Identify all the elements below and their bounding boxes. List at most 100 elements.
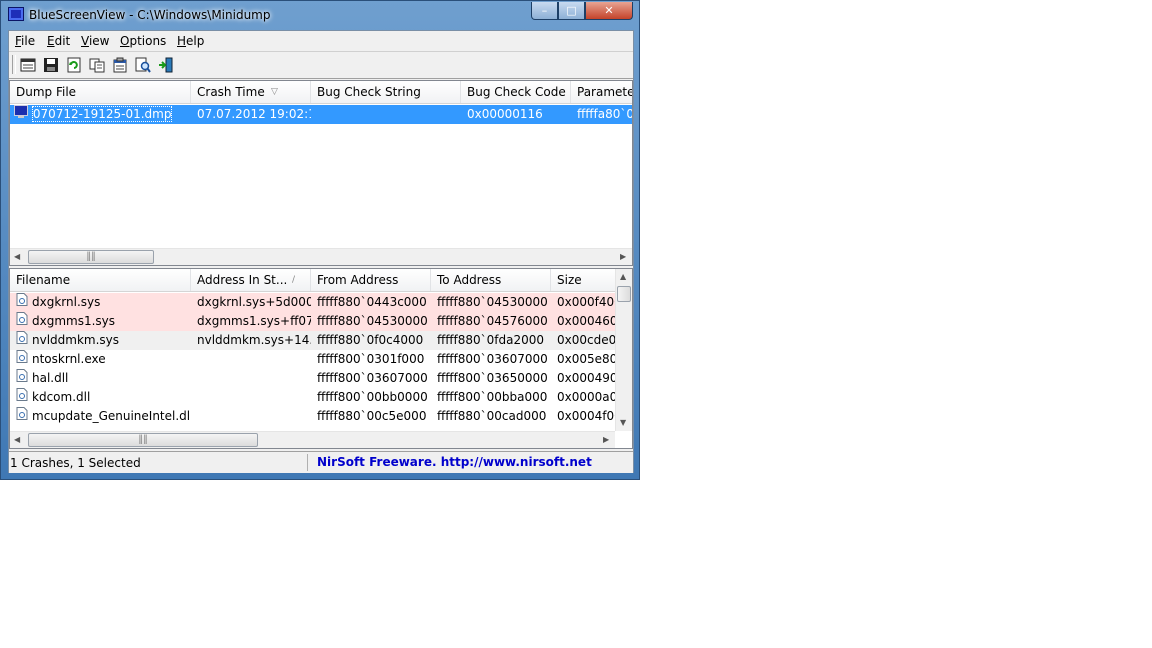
menu-bar: File Edit View Options Help bbox=[9, 31, 633, 52]
bug-check-string-cell bbox=[311, 105, 461, 124]
address-in-stack-cell: nvlddmkm.sys+14... bbox=[197, 333, 311, 347]
address-in-stack-cell: dxgmms1.sys+ff07 bbox=[197, 314, 311, 328]
sort-arrow-icon: ▽ bbox=[271, 87, 278, 97]
from-address-cell: fffff880`0f0c4000 bbox=[317, 333, 424, 347]
driver-list-vscroll-thumb[interactable] bbox=[617, 286, 631, 302]
title-bar[interactable]: BlueScreenView - C:\Windows\Minidump – □… bbox=[1, 1, 639, 29]
dump-file-icon bbox=[14, 105, 28, 124]
size-cell: 0x00049000 bbox=[557, 371, 615, 385]
column-header-crash-time[interactable]: Crash Time ▽ bbox=[191, 81, 311, 103]
column-header-to-address[interactable]: To Address bbox=[431, 269, 551, 291]
size-cell: 0x00cde000 bbox=[557, 333, 615, 347]
driver-list-pane: Filename Address In St... / From Address … bbox=[9, 268, 633, 449]
size-cell: 0x0000a000 bbox=[557, 390, 615, 404]
filename-cell: dxgmms1.sys bbox=[10, 312, 191, 331]
driver-file-icon bbox=[16, 407, 28, 426]
driver-list-vscrollbar[interactable]: ▲ ▼ bbox=[615, 269, 632, 431]
maximize-button[interactable]: □ bbox=[558, 2, 585, 20]
menu-file[interactable]: File bbox=[15, 34, 35, 48]
maximize-icon: □ bbox=[566, 4, 577, 17]
scroll-left-icon[interactable]: ◀ bbox=[14, 435, 20, 444]
driver-row[interactable]: dxgmms1.sys dxgmms1.sys+ff07 fffff880`0453… bbox=[10, 312, 615, 331]
column-header-bug-check-string[interactable]: Bug Check String bbox=[311, 81, 461, 103]
column-header-filename[interactable]: Filename bbox=[10, 269, 191, 291]
scroll-left-icon[interactable]: ◀ bbox=[14, 252, 20, 261]
parameter-cell: fffffa80`074 bbox=[577, 107, 632, 121]
menu-options[interactable]: Options bbox=[120, 34, 166, 48]
driver-row[interactable]: kdcom.dll fffff800`00bb0000 fffff800`00bba… bbox=[10, 388, 615, 407]
nirsoft-link[interactable]: NirSoft Freeware. http://www.nirsoft.net bbox=[317, 455, 592, 469]
from-address-cell: fffff880`0443c000 bbox=[317, 295, 427, 309]
scroll-right-icon[interactable]: ▶ bbox=[603, 435, 609, 444]
crash-list-pane: Dump File Crash Time ▽ Bug Check String B… bbox=[9, 80, 633, 266]
filename-cell: hal.dll bbox=[10, 369, 191, 388]
size-cell: 0x00046000 bbox=[557, 314, 615, 328]
save-icon[interactable] bbox=[42, 56, 60, 74]
driver-row[interactable]: dxgkrnl.sys dxgkrnl.sys+5d000 fffff880`044… bbox=[10, 293, 615, 312]
driver-row[interactable]: hal.dll fffff800`03607000 fffff800`0365000… bbox=[10, 369, 615, 388]
driver-row[interactable]: mcupdate_GenuineIntel.dll fffff880`00c5e0… bbox=[10, 407, 615, 426]
address-in-stack-cell bbox=[191, 388, 311, 407]
toolbar bbox=[9, 52, 633, 79]
driver-file-icon bbox=[16, 350, 28, 369]
column-header-from-address[interactable]: From Address bbox=[311, 269, 431, 291]
from-address-cell: fffff800`03607000 bbox=[317, 371, 428, 385]
toolbar-grip[interactable] bbox=[12, 55, 16, 74]
column-header-dump-file[interactable]: Dump File bbox=[10, 81, 191, 103]
crash-list-header: Dump File Crash Time ▽ Bug Check String B… bbox=[10, 81, 632, 104]
size-cell: 0x000f4000 bbox=[557, 295, 615, 309]
exit-icon[interactable] bbox=[157, 56, 175, 74]
to-address-cell: fffff800`00bba000 bbox=[437, 390, 548, 404]
find-icon[interactable] bbox=[134, 56, 152, 74]
filename-cell: dxgkrnl.sys bbox=[10, 293, 191, 312]
address-in-stack-cell bbox=[191, 350, 311, 369]
to-address-cell: fffff880`04576000 bbox=[437, 314, 548, 328]
scroll-right-icon[interactable]: ▶ bbox=[620, 252, 626, 261]
crash-time-cell: 07.07.2012 19:02:13 bbox=[197, 107, 311, 121]
dump-file-cell: 070712-19125-01.dmp bbox=[10, 105, 191, 124]
menu-view[interactable]: View bbox=[81, 34, 109, 48]
crash-list-hscrollbar[interactable]: ◀ ║║ ▶ bbox=[10, 248, 632, 265]
scroll-up-icon[interactable]: ▲ bbox=[620, 272, 626, 281]
from-address-cell: fffff880`04530000 bbox=[317, 314, 428, 328]
filename-cell: mcupdate_GenuineIntel.dll bbox=[10, 407, 191, 426]
window-title: BlueScreenView - C:\Windows\Minidump bbox=[29, 8, 271, 22]
sort-arrow-icon: / bbox=[292, 275, 296, 285]
column-header-bug-check-code[interactable]: Bug Check Code bbox=[461, 81, 571, 103]
crash-list-hscroll-thumb[interactable]: ║║ bbox=[28, 250, 154, 264]
driver-file-icon bbox=[16, 293, 28, 312]
menu-help[interactable]: Help bbox=[177, 34, 204, 48]
driver-row[interactable]: nvlddmkm.sys nvlddmkm.sys+14... fffff880`0… bbox=[10, 331, 615, 350]
menu-edit[interactable]: Edit bbox=[47, 34, 70, 48]
driver-file-icon bbox=[16, 331, 28, 350]
to-address-cell: fffff800`03607000 bbox=[437, 352, 548, 366]
html-report-icon[interactable] bbox=[19, 56, 37, 74]
crash-row-selected[interactable]: 070712-19125-01.dmp 07.07.2012 19:02:13 … bbox=[10, 105, 632, 124]
status-separator bbox=[307, 454, 308, 471]
minimize-button[interactable]: – bbox=[531, 2, 558, 20]
bluescreenview-app-icon[interactable] bbox=[8, 7, 24, 21]
column-header-parameter[interactable]: Parameter bbox=[571, 81, 632, 103]
driver-row[interactable]: ntoskrnl.exe fffff800`0301f000 fffff800`03… bbox=[10, 350, 615, 369]
to-address-cell: fffff880`0fda2000 bbox=[437, 333, 545, 347]
filename-cell: nvlddmkm.sys bbox=[10, 331, 191, 350]
filename-cell: kdcom.dll bbox=[10, 388, 191, 407]
properties-icon[interactable] bbox=[111, 56, 129, 74]
minimize-icon: – bbox=[541, 4, 548, 17]
close-button[interactable]: ✕ bbox=[585, 2, 633, 20]
address-in-stack-cell: dxgkrnl.sys+5d000 bbox=[197, 295, 311, 309]
driver-list-hscrollbar[interactable]: ◀ ║║ ▶ bbox=[10, 431, 615, 448]
status-crash-count: 1 Crashes, 1 Selected bbox=[10, 456, 141, 470]
driver-file-icon bbox=[16, 388, 28, 407]
bug-check-code-cell: 0x00000116 bbox=[467, 107, 543, 121]
copy-icon[interactable] bbox=[88, 56, 106, 74]
from-address-cell: fffff800`0301f000 bbox=[317, 352, 425, 366]
column-header-address-in-stack[interactable]: Address In St... / bbox=[191, 269, 311, 291]
scroll-down-icon[interactable]: ▼ bbox=[620, 418, 626, 427]
driver-list-hscroll-thumb[interactable]: ║║ bbox=[28, 433, 258, 447]
status-bar: 1 Crashes, 1 Selected NirSoft Freeware. … bbox=[9, 451, 633, 473]
app-window: BlueScreenView - C:\Windows\Minidump – □… bbox=[0, 0, 640, 480]
refresh-icon[interactable] bbox=[65, 56, 83, 74]
filename-cell: ntoskrnl.exe bbox=[10, 350, 191, 369]
address-in-stack-cell bbox=[191, 369, 311, 388]
